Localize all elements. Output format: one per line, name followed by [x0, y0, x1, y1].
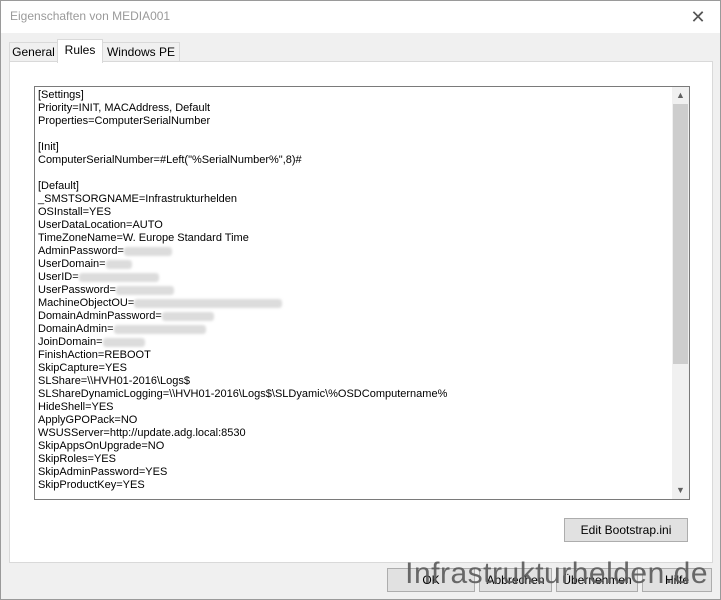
- rules-line: OSInstall=YES: [38, 206, 671, 219]
- scroll-down-icon[interactable]: ▼: [672, 482, 689, 499]
- redacted-value: [134, 298, 283, 308]
- edit-bootstrap-button[interactable]: Edit Bootstrap.ini: [564, 518, 688, 542]
- rules-line: ApplyGPOPack=NO: [38, 414, 671, 427]
- rules-line-text: SkipRoles=YES: [38, 453, 116, 465]
- rules-line-text: ApplyGPOPack=NO: [38, 414, 138, 426]
- rules-line-text: SkipAppsOnUpgrade=NO: [38, 440, 165, 452]
- rules-line: Priority=INIT, MACAddress, Default: [38, 102, 671, 115]
- rules-line: UserID=: [38, 271, 671, 284]
- rules-line-text: SLShare=\\HVH01-2016\Logs$: [38, 375, 190, 387]
- rules-line-text: Properties=ComputerSerialNumber: [38, 115, 211, 127]
- redacted-value: [113, 324, 206, 334]
- rules-line: SLShareDynamicLogging=\\HVH01-2016\Logs$…: [38, 388, 671, 401]
- rules-line: DomainAdminPassword=: [38, 310, 671, 323]
- rules-line-text: SLShareDynamicLogging=\\HVH01-2016\Logs$…: [38, 388, 448, 400]
- rules-line: MachineObjectOU=: [38, 297, 671, 310]
- rules-line: [38, 128, 671, 141]
- redacted-value: [115, 285, 174, 295]
- rules-line-text: JoinDomain=: [38, 336, 103, 348]
- scroll-up-icon[interactable]: ▲: [672, 87, 689, 104]
- title-bar: Eigenschaften von MEDIA001 ✕: [1, 1, 720, 33]
- rules-line-text: TimeZoneName=W. Europe Standard Time: [38, 232, 249, 244]
- rules-line: Properties=ComputerSerialNumber: [38, 115, 671, 128]
- rules-line-text: OSInstall=YES: [38, 206, 112, 218]
- redacted-value: [78, 272, 159, 282]
- rules-line: DomainAdmin=: [38, 323, 671, 336]
- rules-line-text: ComputerSerialNumber=#Left("%SerialNumbe…: [38, 154, 302, 166]
- rules-line: [Settings]: [38, 89, 671, 102]
- rules-panel: [Settings] Priority=INIT, MACAddress, Def…: [9, 61, 713, 563]
- rules-line-text: [Default]: [38, 180, 79, 192]
- redacted-value: [105, 259, 132, 269]
- rules-line-text: FinishAction=REBOOT: [38, 349, 151, 361]
- rules-line: ComputerSerialNumber=#Left("%SerialNumbe…: [38, 154, 671, 167]
- rules-line: _SMSTSORGNAME=Infrastrukturhelden: [38, 193, 671, 206]
- rules-line: SkipAdminPassword=YES: [38, 466, 671, 479]
- rules-line: [38, 167, 671, 180]
- redacted-value: [123, 246, 172, 256]
- rules-line: SkipProductKey=YES: [38, 479, 671, 492]
- rules-line-text: Priority=INIT, MACAddress, Default: [38, 102, 211, 114]
- tab-windows-pe[interactable]: Windows PE: [102, 42, 180, 62]
- scroll-thumb[interactable]: [673, 104, 688, 364]
- rules-line: [Default]: [38, 180, 671, 193]
- window-title: Eigenschaften von MEDIA001: [10, 9, 171, 23]
- rules-line: SkipCapture=YES: [38, 362, 671, 375]
- rules-line: UserDomain=: [38, 258, 671, 271]
- rules-line-text: DomainAdminPassword=: [38, 310, 162, 322]
- rules-line: FinishAction=REBOOT: [38, 349, 671, 362]
- rules-line-text: [Settings]: [38, 89, 84, 101]
- rules-line-text: UserID=: [38, 271, 79, 283]
- properties-dialog: Eigenschaften von MEDIA001 ✕ General Rul…: [0, 0, 721, 600]
- rules-line-text: _SMSTSORGNAME=Infrastrukturhelden: [38, 193, 237, 205]
- tab-rules[interactable]: Rules: [57, 39, 103, 63]
- rules-line-text: WSUSServer=http://update.adg.local:8530: [38, 427, 246, 439]
- rules-line-text: AdminPassword=: [38, 245, 124, 257]
- rules-line-text: SkipCapture=YES: [38, 362, 127, 374]
- rules-text[interactable]: [Settings] Priority=INIT, MACAddress, Def…: [37, 89, 671, 497]
- close-icon[interactable]: ✕: [686, 5, 710, 29]
- rules-line-text: UserPassword=: [38, 284, 116, 296]
- rules-line: UserPassword=: [38, 284, 671, 297]
- redacted-value: [161, 311, 214, 321]
- rules-line-text: SkipProductKey=YES: [38, 479, 145, 491]
- watermark: Infrastrukturhelden.de: [405, 557, 708, 590]
- rules-line-text: HideShell=YES: [38, 401, 114, 413]
- rules-line: SkipRoles=YES: [38, 453, 671, 466]
- rules-line: [Init]: [38, 141, 671, 154]
- rules-line: WSUSServer=http://update.adg.local:8530: [38, 427, 671, 440]
- redacted-value: [102, 337, 145, 347]
- rules-line: AdminPassword=: [38, 245, 671, 258]
- rules-line: UserDataLocation=AUTO: [38, 219, 671, 232]
- rules-line: JoinDomain=: [38, 336, 671, 349]
- rules-line: SkipAppsOnUpgrade=NO: [38, 440, 671, 453]
- rules-line-text: [Init]: [38, 141, 59, 153]
- rules-editor[interactable]: [Settings] Priority=INIT, MACAddress, Def…: [34, 86, 690, 500]
- rules-line-text: UserDomain=: [38, 258, 106, 270]
- rules-line-text: SkipAdminPassword=YES: [38, 466, 168, 478]
- rules-line: SLShare=\\HVH01-2016\Logs$: [38, 375, 671, 388]
- rules-line: TimeZoneName=W. Europe Standard Time: [38, 232, 671, 245]
- tab-general[interactable]: General: [9, 42, 58, 62]
- rules-line: HideShell=YES: [38, 401, 671, 414]
- vertical-scrollbar[interactable]: ▲ ▼: [672, 87, 689, 499]
- rules-line-text: MachineObjectOU=: [38, 297, 135, 309]
- rules-line-text: DomainAdmin=: [38, 323, 114, 335]
- rules-line-text: UserDataLocation=AUTO: [38, 219, 163, 231]
